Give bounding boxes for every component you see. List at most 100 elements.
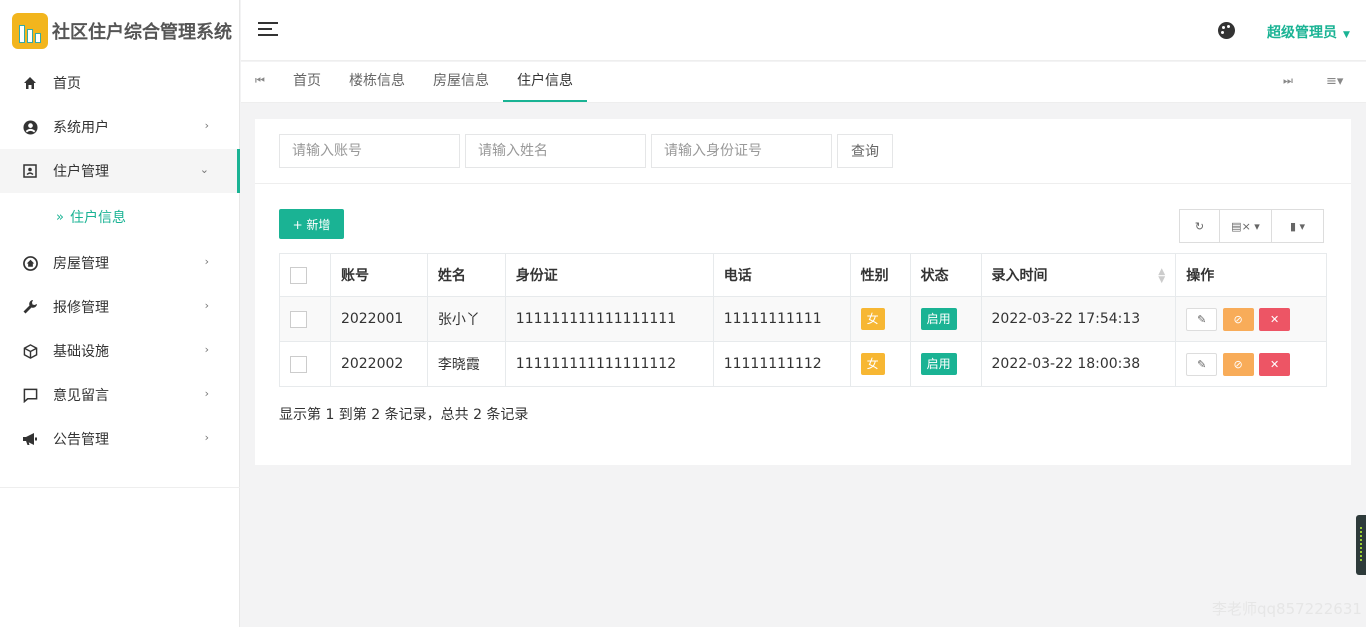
actions-cell: ✎ ⊘ ✕	[1175, 296, 1327, 342]
column-header: 性别	[849, 253, 911, 297]
sidebar-item-infrastructure[interactable]: 基础设施 ›	[0, 329, 239, 373]
sidebar-item-label: 公告管理	[53, 432, 109, 448]
ban-icon: ⊘	[1233, 312, 1243, 326]
sidebar-item-system-users[interactable]: 系统用户 ›	[0, 105, 239, 149]
wrench-icon	[22, 299, 38, 315]
sidebar-item-label: 报修管理	[53, 300, 109, 316]
delete-button[interactable]: ✕	[1259, 352, 1291, 376]
search-form: 查询	[279, 134, 893, 168]
disable-button[interactable]: ⊘	[1222, 307, 1254, 331]
column-header: 身份证	[504, 253, 714, 297]
sidebar-item-announcements[interactable]: 公告管理 ›	[0, 417, 239, 461]
page-tabs: 首页 楼栋信息 房屋信息 住户信息	[279, 62, 587, 102]
menu-toggle-icon[interactable]	[258, 22, 278, 38]
message-icon	[22, 387, 38, 403]
name-search-input[interactable]	[465, 134, 646, 168]
column-header: 账号	[329, 253, 428, 297]
account-cell: 2022001	[329, 296, 428, 342]
column-header-label: 录入时间	[991, 268, 1048, 284]
idcard-cell: 111111111111111112	[504, 341, 714, 387]
chevron-right-icon: ›	[204, 299, 209, 312]
column-header-sortable[interactable]: 录入时间 ▲ ▼	[980, 253, 1177, 297]
tab-house-info[interactable]: 房屋信息	[419, 62, 503, 102]
user-name: 超级管理员	[1267, 25, 1337, 41]
edit-button[interactable]: ✎	[1186, 352, 1218, 376]
disable-button[interactable]: ⊘	[1222, 352, 1254, 376]
sidebar-item-feedback[interactable]: 意见留言 ›	[0, 373, 239, 417]
app-logo[interactable]: 社区住户综合管理系统	[0, 0, 239, 61]
sidebar-item-label: 系统用户	[53, 120, 109, 136]
sex-badge: 女	[860, 353, 885, 375]
user-menu[interactable]: 超级管理员 ▼	[1267, 22, 1350, 42]
side-scroll-handle[interactable]	[1356, 515, 1366, 575]
columns-toggle-button[interactable]: ▤× ▾	[1219, 209, 1272, 243]
sidebar-subitem-resident-info[interactable]: » 住户信息	[0, 193, 239, 241]
refresh-icon: ↻	[1194, 219, 1205, 233]
sidebar-item-resident-management[interactable]: 住户管理 ⌄	[0, 149, 240, 193]
row-checkbox[interactable]	[290, 355, 307, 373]
status-badge: 启用	[920, 308, 957, 330]
tab-building-info[interactable]: 楼栋信息	[335, 62, 419, 102]
sex-cell: 女	[849, 296, 911, 342]
phone-cell: 11111111111	[712, 296, 851, 342]
tab-options-icon[interactable]: ≡▾	[1326, 74, 1343, 89]
sex-cell: 女	[849, 341, 911, 387]
palette-icon[interactable]	[1218, 22, 1235, 39]
section-divider	[255, 183, 1351, 184]
column-header: 姓名	[426, 253, 506, 297]
building-logo-icon	[12, 12, 48, 49]
pencil-icon: ✎	[1197, 312, 1207, 326]
sex-badge: 女	[860, 308, 885, 330]
chevron-right-icon: ›	[204, 431, 209, 444]
account-search-input[interactable]	[279, 134, 460, 168]
table-toolbar: ↻ ▤× ▾ ▮ ▾	[1179, 209, 1324, 243]
sidebar-item-home[interactable]: 首页	[0, 61, 239, 105]
status-badge: 启用	[920, 353, 957, 375]
delete-button[interactable]: ✕	[1259, 307, 1291, 331]
actions-cell: ✎ ⊘ ✕	[1175, 341, 1327, 387]
sidebar-divider	[0, 487, 240, 488]
edit-button[interactable]: ✎	[1186, 307, 1218, 331]
tab-scroll-left-icon[interactable]: ⏮	[255, 74, 265, 88]
contact-card-icon	[22, 163, 38, 179]
row-checkbox[interactable]	[290, 310, 307, 328]
tab-home[interactable]: 首页	[279, 62, 335, 102]
sidebar-subitem-label: 住户信息	[69, 210, 126, 226]
state-cell: 启用	[909, 341, 982, 387]
row-select-cell	[279, 341, 331, 387]
refresh-button[interactable]: ↻	[1179, 209, 1220, 243]
table-header-row: 账号 姓名 身份证 电话 性别 状态 录入时间 ▲ ▼ 操作	[279, 253, 1327, 297]
select-all-checkbox[interactable]	[290, 266, 307, 284]
add-button[interactable]: + 新增	[279, 209, 344, 239]
sidebar-item-house-management[interactable]: 房屋管理 ›	[0, 241, 239, 285]
caret-down-icon: ▼	[1343, 30, 1350, 40]
sidebar-menu: 首页 系统用户 › 住户管理 ⌄ » 住户信息 房屋管理 › 报修管理 › 基础…	[0, 61, 240, 461]
name-cell: 张小丫	[426, 296, 506, 342]
tab-resident-info[interactable]: 住户信息	[503, 62, 587, 102]
idcard-search-input[interactable]	[651, 134, 832, 168]
chevron-down-icon: ⌄	[199, 163, 209, 176]
top-header: 超级管理员 ▼	[241, 0, 1366, 61]
sidebar-item-label: 意见留言	[53, 388, 109, 404]
sidebar-item-label: 房屋管理	[53, 256, 109, 272]
file-export-icon: ▮ ▾	[1289, 219, 1306, 233]
table-row: 2022002 李晓霞 111111111111111112 111111111…	[279, 341, 1327, 387]
row-select-cell	[279, 296, 331, 342]
column-header: 操作	[1175, 253, 1327, 297]
chevron-right-icon: ›	[204, 255, 209, 268]
tab-scroll-right-icon[interactable]: ⏭	[1283, 74, 1293, 88]
query-button[interactable]: 查询	[837, 134, 893, 168]
sidebar-item-label: 住户管理	[53, 164, 109, 180]
sidebar-item-repair-management[interactable]: 报修管理 ›	[0, 285, 239, 329]
time-cell: 2022-03-22 17:54:13	[980, 296, 1177, 342]
pagination-summary: 显示第 1 到第 2 条记录，总共 2 条记录	[279, 407, 529, 423]
close-icon: ✕	[1270, 357, 1280, 371]
select-all-cell	[279, 253, 331, 297]
phone-cell: 11111111112	[712, 341, 851, 387]
name-cell: 李晓霞	[426, 341, 506, 387]
chevron-right-icon: ›	[204, 343, 209, 356]
tab-bar: ⏮ 首页 楼栋信息 房屋信息 住户信息 ⏭ ≡▾	[241, 62, 1366, 103]
watermark: 李老师qq857222631	[1212, 600, 1362, 618]
export-button[interactable]: ▮ ▾	[1271, 209, 1324, 243]
sort-icon: ▲ ▼	[1158, 267, 1166, 285]
